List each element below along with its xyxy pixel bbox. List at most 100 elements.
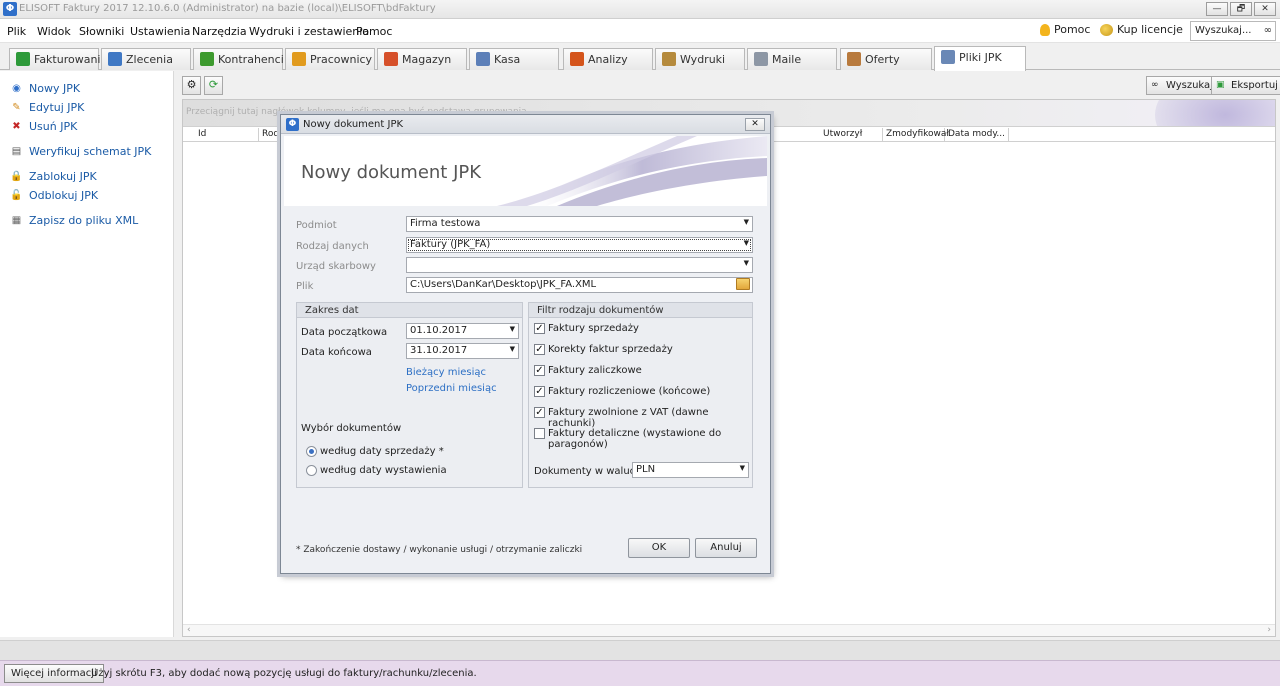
currency-select[interactable]: PLN ▼: [632, 462, 749, 478]
sidebar-item-label: Weryfikuj schemat JPK: [29, 145, 152, 158]
search-value: Wyszukaj...: [1195, 25, 1252, 36]
sidebar-item-delete-jpk[interactable]: ✖ Usuń JPK: [10, 120, 77, 133]
checkbox-sales-corrections[interactable]: ✓: [534, 344, 545, 355]
settings-button[interactable]: ⚙: [182, 76, 201, 95]
tab-maile[interactable]: Maile: [747, 48, 837, 70]
menu-widok[interactable]: Widok: [37, 25, 71, 38]
scroll-left-icon[interactable]: ‹: [187, 625, 191, 635]
column-header-created-by[interactable]: Utworzył: [820, 128, 883, 142]
current-month-link[interactable]: Bieżący miesiąc: [406, 367, 486, 378]
menu-narzedzia[interactable]: Narzędzia: [192, 25, 247, 38]
dialog-close-button[interactable]: ✕: [745, 118, 765, 131]
urzad-select[interactable]: ▼: [406, 257, 753, 273]
tab-label: Pliki JPK: [959, 51, 1002, 64]
checkbox-advance-invoices-label[interactable]: Faktury zaliczkowe: [548, 365, 642, 376]
menu-wydruki[interactable]: Wydruki i zestawienia: [249, 25, 369, 38]
end-date-label: Data końcowa: [301, 347, 372, 358]
status-text: Użyj skrótu F3, aby dodać nową pozycję u…: [91, 668, 477, 679]
minimize-button[interactable]: —: [1206, 2, 1228, 16]
refresh-button[interactable]: ⟳: [204, 76, 223, 95]
checkbox-vat-exempt-invoices[interactable]: ✓: [534, 407, 545, 418]
offers-icon: [847, 52, 861, 66]
horizontal-scrollbar[interactable]: ‹ ›: [183, 624, 1275, 636]
dialog-heading: Nowy dokument JPK: [301, 162, 482, 183]
checkbox-sales-invoices[interactable]: ✓: [534, 323, 545, 334]
rodzaj-label: Rodzaj danych: [296, 241, 369, 252]
invoice-icon: [16, 52, 30, 66]
plik-field[interactable]: C:\Users\DanKar\Desktop\JPK_FA.XML: [406, 277, 753, 293]
cancel-button[interactable]: Anuluj: [695, 538, 757, 558]
buy-license-button[interactable]: Kup licencje: [1100, 23, 1183, 36]
start-date-label: Data początkowa: [301, 327, 388, 338]
radio-issue-date[interactable]: [306, 465, 317, 476]
menu-ustawienia[interactable]: Ustawienia: [130, 25, 190, 38]
restore-button[interactable]: 🗗: [1230, 2, 1252, 16]
refresh-icon: ⟳: [208, 78, 219, 91]
column-header-modified-by[interactable]: Zmodyfikował: [883, 128, 949, 142]
tab-fakturowanie[interactable]: Fakturowanie: [9, 48, 107, 70]
checkbox-sales-invoices-label[interactable]: Faktury sprzedaży: [548, 323, 639, 334]
tab-pracownicy[interactable]: Pracownicy: [285, 48, 375, 70]
tab-magazyn[interactable]: Magazyn: [377, 48, 467, 70]
more-info-button[interactable]: Więcej informacji: [4, 664, 104, 683]
previous-month-link[interactable]: Poprzedni miesiąc: [406, 383, 497, 394]
tab-label: Zlecenia: [126, 53, 173, 66]
chart-icon: [570, 52, 584, 66]
checkbox-sales-corrections-label[interactable]: Korekty faktur sprzedaży: [548, 344, 673, 355]
podmiot-select[interactable]: Firma testowa ▼: [406, 216, 753, 232]
rodzaj-select[interactable]: Faktury (JPK_FA) ▼: [406, 237, 753, 253]
sidebar-item-edit-jpk[interactable]: ✎ Edytuj JPK: [10, 101, 84, 114]
scroll-right-icon[interactable]: ›: [1267, 625, 1271, 635]
close-button[interactable]: ✕: [1254, 2, 1276, 16]
sidebar-item-unlock-jpk[interactable]: 🔓 Odblokuj JPK: [10, 189, 98, 202]
tab-label: Magazyn: [402, 53, 452, 66]
tab-kasa[interactable]: Kasa: [469, 48, 559, 70]
dialog-title-bar[interactable]: Φ Nowy dokument JPK ✕: [281, 115, 770, 134]
dropdown-arrow-icon: ▼: [743, 218, 749, 226]
folder-icon[interactable]: [736, 278, 750, 290]
coins-icon: [1100, 23, 1113, 36]
status-bar: Więcej informacji Użyj skrótu F3, aby do…: [0, 660, 1280, 686]
end-date-picker[interactable]: 31.10.2017 ▼: [406, 343, 519, 359]
start-date-picker[interactable]: 01.10.2017 ▼: [406, 323, 519, 339]
tab-pliki-jpk[interactable]: Pliki JPK: [934, 46, 1026, 71]
tab-kontrahenci[interactable]: Kontrahenci: [193, 48, 284, 70]
ok-button[interactable]: OK: [628, 538, 690, 558]
new-document-icon: ◉: [12, 83, 21, 94]
checkbox-vat-exempt-invoices-label[interactable]: Faktury zwolnione z VAT (dawne rachunki): [548, 407, 752, 429]
checkbox-settlement-invoices[interactable]: ✓: [534, 386, 545, 397]
binoculars-icon[interactable]: ∞: [1264, 25, 1272, 36]
radio-issue-date-label[interactable]: według daty wystawienia: [320, 465, 447, 476]
help-button[interactable]: Pomoc: [1040, 23, 1090, 36]
search-input[interactable]: Wyszukaj... ∞: [1190, 21, 1276, 41]
menu-slowniki[interactable]: Słowniki: [79, 25, 124, 38]
window-title: ELISOFT Faktury 2017 12.10.6.0 (Administ…: [19, 3, 436, 14]
tab-analizy[interactable]: Analizy: [563, 48, 653, 70]
radio-sale-date[interactable]: [306, 446, 317, 457]
date-range-title: Zakres dat: [297, 303, 522, 318]
tab-oferty[interactable]: Oferty: [840, 48, 932, 70]
search-button[interactable]: ∞ Wyszukaj: [1146, 76, 1218, 95]
title-bar: Φ ELISOFT Faktury 2017 12.10.6.0 (Admini…: [0, 0, 1280, 19]
radio-sale-date-label[interactable]: według daty sprzedaży *: [320, 446, 444, 457]
menu-plik[interactable]: Plik: [7, 25, 26, 38]
checkbox-retail-invoices[interactable]: [534, 428, 545, 439]
column-header-modified-date[interactable]: Data mody...: [945, 128, 1009, 142]
tab-label: Maile: [772, 53, 802, 66]
sidebar-item-label: Nowy JPK: [29, 82, 81, 95]
document-filter-title: Filtr rodzaju dokumentów: [529, 303, 752, 318]
sidebar-item-save-xml[interactable]: ▦ Zapisz do pliku XML: [10, 214, 139, 227]
checkbox-settlement-invoices-label[interactable]: Faktury rozliczeniowe (końcowe): [548, 386, 710, 397]
menu-pomoc[interactable]: Pomoc: [356, 25, 392, 38]
checkbox-retail-invoices-label[interactable]: Faktury detaliczne (wystawione do parago…: [548, 428, 752, 450]
date-range-group: Zakres dat Data początkowa 01.10.2017 ▼ …: [296, 302, 523, 488]
sidebar-item-lock-jpk[interactable]: 🔒 Zablokuj JPK: [10, 170, 96, 183]
sidebar-item-new-jpk[interactable]: ◉ Nowy JPK: [10, 82, 80, 95]
sidebar-item-verify-jpk[interactable]: ▤ Weryfikuj schemat JPK: [10, 145, 152, 158]
export-button[interactable]: ▣ Eksportuj: [1211, 76, 1280, 95]
column-header-id[interactable]: Id: [195, 128, 259, 142]
tab-wydruki[interactable]: Wydruki: [655, 48, 745, 70]
tab-zlecenia[interactable]: Zlecenia: [101, 48, 191, 70]
buy-license-label: Kup licencje: [1117, 23, 1183, 36]
checkbox-advance-invoices[interactable]: ✓: [534, 365, 545, 376]
